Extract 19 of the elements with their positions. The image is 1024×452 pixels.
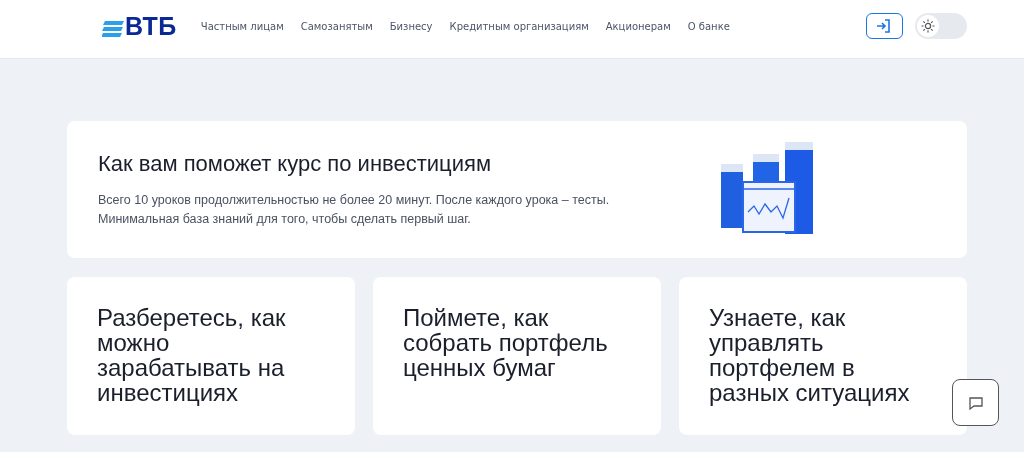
benefit-text: Узнаете, как управлять портфелем в разных ситуациях: [709, 305, 911, 405]
logo-text[interactable]: ВТБ: [125, 15, 177, 37]
logo-stripes-icon: [102, 21, 124, 37]
login-icon: [876, 18, 893, 34]
login-button[interactable]: [865, 13, 903, 39]
nav-link[interactable]: Самозанятым: [300, 20, 373, 32]
benefit-text: Поймете, как собрать портфель ценных бумаг: [403, 305, 609, 380]
benefit-text: Разберетесь, как можно зарабатывать на инвестициях: [97, 305, 287, 405]
nav-link[interactable]: Акционерам: [605, 20, 671, 32]
chat-button[interactable]: [952, 379, 999, 426]
nav-link[interactable]: Частным лицам: [200, 20, 284, 32]
intro-title: Как вам поможет курс по инвестициям: [98, 150, 492, 177]
nav-link[interactable]: Бизнесу: [389, 20, 433, 32]
intro-text: Всего 10 уроков продолжительностью не более 20 минут. После каждого урока – тесты. Минимальная база знаний для того, чтобы сделать первый шаг.: [98, 191, 611, 228]
nav-link[interactable]: О банке: [687, 20, 730, 32]
sun-icon: [920, 19, 935, 33]
theme-toggle[interactable]: [914, 13, 967, 39]
chat-icon: [967, 394, 984, 411]
nav-link[interactable]: Кредитным организациям: [449, 20, 589, 32]
